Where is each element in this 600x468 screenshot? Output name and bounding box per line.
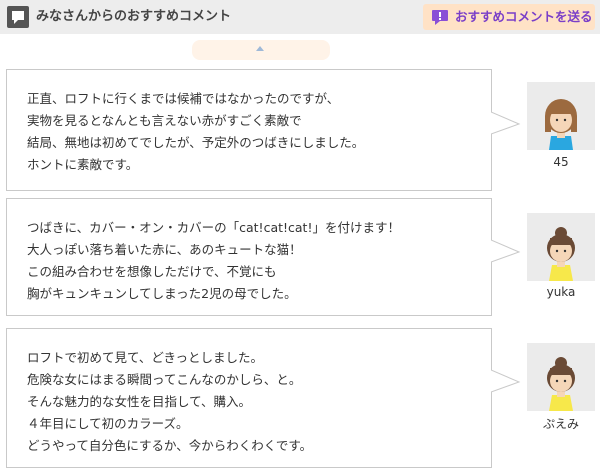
- comment-text: 正直、ロフトに行くまでは候補ではなかったのですが、 実物を見るとなんとも言えない…: [27, 88, 364, 176]
- scroll-up-button[interactable]: [192, 40, 330, 60]
- speech-bubble-tail: [491, 111, 521, 135]
- comment-icon: [7, 6, 29, 28]
- comment-line: 危険な女にはまる瞬間ってこんなのかしら、と。: [27, 372, 302, 387]
- caret-up-icon: [256, 46, 264, 51]
- comment-line: ロフトで初めて見て、どきっとしました。: [27, 350, 264, 365]
- user-avatar-icon: [545, 99, 577, 150]
- comment-line: この組み合わせを想像しただけで、不覚にも: [27, 264, 277, 279]
- comment-card: 正直、ロフトに行くまでは候補ではなかったのですが、 実物を見るとなんとも言えない…: [6, 69, 492, 191]
- comment-line: 正直、ロフトに行くまでは候補ではなかったのですが、: [27, 91, 340, 106]
- user-name: ぷえみ: [542, 417, 579, 431]
- user-avatar-icon: [547, 227, 575, 281]
- avatar: [527, 82, 595, 150]
- comment-send-icon: [432, 10, 448, 25]
- comment-line: ホントに素敵です。: [27, 157, 139, 172]
- user-name: 45: [553, 155, 569, 169]
- comment-line: 実物を見るとなんとも言えない赤がすごく素敵で: [27, 113, 302, 128]
- send-recommendation-label: おすすめコメントを送る: [455, 9, 593, 24]
- comment-line: どうやって自分色にするか、今からわくわくです。: [27, 438, 313, 453]
- speech-bubble-tail: [491, 369, 521, 393]
- user-avatar-icon: [547, 357, 575, 411]
- comment-card: ロフトで初めて見て、どきっとしました。 危険な女にはまる瞬間ってこんなのかしら、…: [6, 328, 492, 468]
- comment-line: 胸がキュンキュンしてしまった2児の母でした。: [27, 286, 297, 301]
- comment-line: 結局、無地は初めてでしたが、予定外のつばきにしました。: [27, 135, 365, 150]
- send-recommendation-button[interactable]: おすすめコメントを送る: [423, 4, 595, 30]
- comment-text: つばきに、カバー・オン・カバーの「cat!cat!cat!」を付けます！ 大人っ…: [27, 217, 400, 305]
- comment-line: 大人っぽい落ち着いた赤に、あのキュートな猫！: [27, 242, 302, 257]
- user-name: yuka: [546, 285, 576, 299]
- section-header: みなさんからのおすすめコメント おすすめコメントを送る: [0, 0, 600, 34]
- avatar: [527, 343, 595, 411]
- comment-line: そんな魅力的な女性を目指して、購入。: [27, 394, 252, 409]
- comment-card: つばきに、カバー・オン・カバーの「cat!cat!cat!」を付けます！ 大人っ…: [6, 198, 492, 316]
- comment-line: ４年目にして初のカラーズ。: [27, 416, 189, 431]
- comment-text: ロフトで初めて見て、どきっとしました。 危険な女にはまる瞬間ってこんなのかしら、…: [27, 347, 312, 457]
- speech-bubble-tail: [491, 239, 521, 263]
- section-title: みなさんからのおすすめコメント: [36, 9, 232, 24]
- comment-line: つばきに、カバー・オン・カバーの「cat!cat!cat!」を付けます！: [27, 220, 400, 235]
- avatar: [527, 213, 595, 281]
